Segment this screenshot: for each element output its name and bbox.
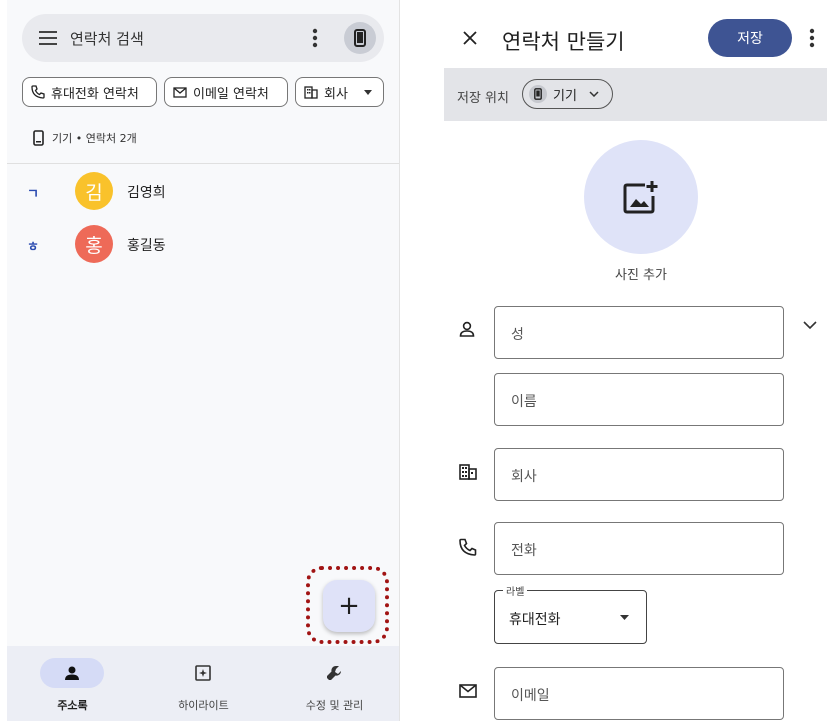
phone-icon [31,85,45,99]
avatar: 김 [75,172,113,210]
chip-email-contacts[interactable]: 이메일 연락처 [164,77,288,107]
add-photo-icon [623,181,658,214]
person-outline-icon [459,321,475,337]
save-location-bar: 저장 위치 기기 [444,68,827,121]
chip-label: 이메일 연락처 [193,86,269,102]
nav-label: 수정 및 관리 [305,699,364,712]
more-vert-icon[interactable] [312,28,318,48]
chip-label: 휴대전화 연락처 [51,86,139,102]
phone-label-legend: 라벨 [503,583,528,598]
last-name-placeholder: 성 [511,327,524,343]
email-field[interactable]: 이메일 [494,667,784,720]
nav-highlights[interactable]: 하이라이트 [138,646,269,721]
first-name-field[interactable]: 이름 [494,373,784,426]
first-name-placeholder: 이름 [511,394,537,410]
menu-icon[interactable] [39,30,57,46]
save-location-value: 기기 [553,88,577,104]
nav-label: 주소록 [57,699,88,712]
contact-row-kim[interactable]: ㄱ 김 김영희 [7,172,399,212]
contacts-list-screen: 연락처 검색 휴대전화 연락처 이메일 연락처 회사 기기 • 연락처 2개 ㄱ… [7,0,400,721]
plus-icon: + [338,591,360,621]
building-icon [459,464,477,480]
add-photo-label: 사진 추가 [615,268,667,283]
person-icon [40,658,104,688]
index-letter: ㄱ [27,187,39,202]
nav-contacts[interactable]: 주소록 [7,646,138,721]
index-letter: ㅎ [27,240,39,255]
page-title: 연락처 만들기 [502,30,625,54]
chevron-down-icon[interactable] [803,321,817,330]
phone-device-icon [354,29,366,47]
contact-name: 홍길동 [127,238,166,254]
divider [7,163,399,164]
close-icon[interactable] [463,31,477,45]
wrench-icon [302,658,366,688]
create-contact-screen: 연락처 만들기 저장 저장 위치 기기 사진 추가 성 이름 회사 전화 라벨 … [444,0,827,721]
chip-label: 회사 [324,86,348,102]
device-info-row: 기기 • 연락처 2개 [33,130,137,146]
mail-icon [173,86,187,98]
save-button[interactable]: 저장 [708,19,792,57]
chip-company-dropdown[interactable]: 회사 [295,77,384,107]
contact-name: 김영희 [127,185,166,201]
company-placeholder: 회사 [511,469,537,485]
highlight-icon [171,658,235,688]
last-name-field[interactable]: 성 [494,306,784,359]
chip-mobile-contacts[interactable]: 휴대전화 연락처 [22,77,157,107]
add-photo-button[interactable] [584,140,698,254]
email-placeholder: 이메일 [511,688,550,704]
phone-placeholder: 전화 [511,543,537,559]
dropdown-arrow-icon [620,615,629,620]
search-bar[interactable]: 연락처 검색 [22,14,384,62]
phone-icon [459,538,477,556]
save-location-label: 저장 위치 [457,91,509,106]
phone-device-icon [529,85,547,103]
save-location-dropdown[interactable]: 기기 [522,79,613,109]
nav-label: 하이라이트 [178,699,229,712]
phone-device-icon [33,130,44,146]
phone-field[interactable]: 전화 [494,522,784,575]
phone-label-value: 휴대전화 [509,612,561,628]
search-input[interactable]: 연락처 검색 [70,28,144,49]
contact-row-hong[interactable]: ㅎ 홍 홍길동 [7,225,399,265]
add-contact-button[interactable]: + [323,580,375,632]
chevron-down-icon [589,91,599,97]
more-vert-icon[interactable] [809,28,815,48]
mail-icon [459,684,477,698]
dropdown-arrow-icon [363,89,372,95]
nav-manage[interactable]: 수정 및 관리 [269,646,399,721]
phone-label-select[interactable]: 라벨 휴대전화 [494,583,647,644]
device-info-text: 기기 • 연락처 2개 [52,132,137,145]
company-field[interactable]: 회사 [494,448,784,501]
device-account-button[interactable] [344,22,376,54]
avatar: 홍 [75,225,113,263]
building-icon [304,85,318,99]
bottom-nav: 주소록 하이라이트 수정 및 관리 [7,646,399,721]
